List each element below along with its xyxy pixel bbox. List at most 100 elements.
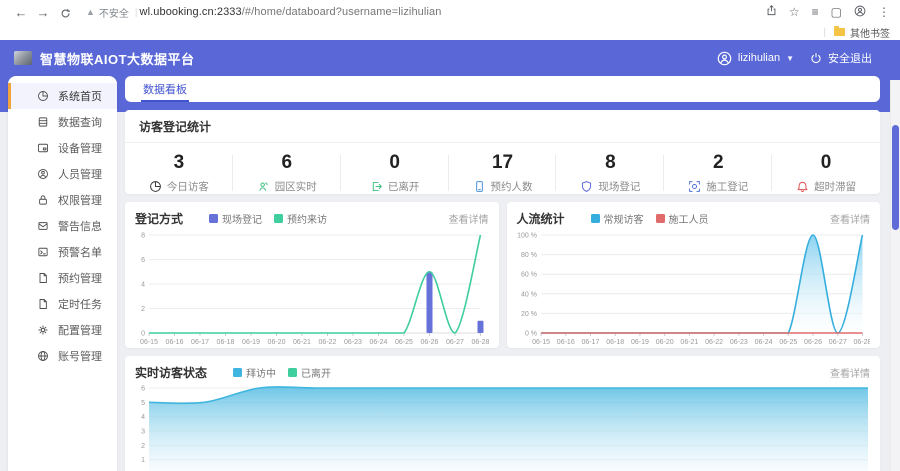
view-details-link[interactable]: 查看详情 xyxy=(830,211,870,226)
sidebar-item[interactable]: 数据查询 xyxy=(8,109,117,135)
sidebar-item[interactable]: 定时任务 xyxy=(8,291,117,317)
svg-text:06-17: 06-17 xyxy=(191,339,209,346)
stat-item: 0超时滞留 xyxy=(772,152,880,194)
sidebar-item[interactable]: 人员管理 xyxy=(8,161,117,187)
logout-button[interactable]: 安全退出 xyxy=(828,50,872,66)
sidebar-item[interactable]: 预约管理 xyxy=(8,265,117,291)
registration-method-chart: 0246806-1506-1606-1706-1806-1906-2006-21… xyxy=(135,229,489,347)
stat-value: 0 xyxy=(772,152,880,174)
app-header: 智慧物联AIOT大数据平台 lizihulian ▼ 安全退出 xyxy=(0,40,900,76)
sidebar-item[interactable]: 账号管理 xyxy=(8,343,117,369)
legend-swatch xyxy=(591,214,600,223)
reload-icon[interactable] xyxy=(54,5,76,20)
chart-legend: 常规访客施工人员 xyxy=(591,211,709,226)
reading-list-icon[interactable]: ≡ xyxy=(812,5,819,19)
stat-value: 6 xyxy=(233,152,341,174)
share-icon[interactable] xyxy=(766,5,777,19)
bookmark-star-icon[interactable]: ☆ xyxy=(789,5,800,19)
sidebar-item[interactable]: 配置管理 xyxy=(8,317,117,343)
legend-item[interactable]: 预约来访 xyxy=(274,211,327,226)
menu-dots-icon[interactable]: ⋮ xyxy=(878,5,890,19)
legend-label: 已离开 xyxy=(301,365,331,380)
app-logo xyxy=(14,51,32,65)
sidebar-item[interactable]: 预警名单 xyxy=(8,239,117,265)
tab-data-dashboard[interactable]: 数据看板 xyxy=(141,76,189,102)
legend-item[interactable]: 拜访中 xyxy=(233,365,276,380)
back-icon[interactable]: ← xyxy=(10,5,32,20)
svg-text:06-21: 06-21 xyxy=(680,339,698,346)
svg-text:4: 4 xyxy=(141,414,145,421)
sidebar-item[interactable]: 权限管理 xyxy=(8,187,117,213)
svg-text:06-28: 06-28 xyxy=(853,339,870,346)
folder-icon xyxy=(834,28,845,36)
username[interactable]: lizihulian xyxy=(738,52,780,64)
svg-text:06-27: 06-27 xyxy=(446,339,464,346)
sidebar-item-label: 警告信息 xyxy=(58,218,102,234)
stat-label: 施工登记 xyxy=(706,179,748,194)
svg-text:06-26: 06-26 xyxy=(421,339,439,346)
svg-text:06-28: 06-28 xyxy=(472,339,489,346)
view-details-link[interactable]: 查看详情 xyxy=(830,365,870,380)
side-panel-icon[interactable]: ▢ xyxy=(831,5,842,19)
security-indicator[interactable]: ▲ 不安全 | xyxy=(86,5,140,20)
sidebar-item-label: 数据查询 xyxy=(58,114,102,130)
chart-title: 实时访客状态 xyxy=(135,364,207,381)
svg-text:06-27: 06-27 xyxy=(828,339,846,346)
sidebar-item[interactable]: 警告信息 xyxy=(8,213,117,239)
mail-icon xyxy=(37,220,49,232)
legend-item[interactable]: 常规访客 xyxy=(591,211,644,226)
sidebar-item-label: 预约管理 xyxy=(58,270,102,286)
svg-text:06-15: 06-15 xyxy=(532,339,550,346)
svg-text:0: 0 xyxy=(141,331,145,338)
legend-swatch xyxy=(209,214,218,223)
svg-text:06-23: 06-23 xyxy=(344,339,362,346)
scrollbar-thumb[interactable] xyxy=(892,125,899,230)
sidebar-item-label: 预警名单 xyxy=(58,244,102,260)
forward-icon[interactable]: → xyxy=(32,5,54,20)
chart-title: 人流统计 xyxy=(517,210,565,227)
legend-item[interactable]: 已离开 xyxy=(288,365,331,380)
visitor-stats-card: 访客登记统计 3今日访客6园区实时0已离开17预约人数8现场登记2施工登记0超时… xyxy=(125,110,880,194)
svg-text:0 %: 0 % xyxy=(524,331,536,338)
view-details-link[interactable]: 查看详情 xyxy=(449,211,489,226)
legend-item[interactable]: 现场登记 xyxy=(209,211,262,226)
stat-label: 现场登记 xyxy=(598,179,640,194)
svg-text:2: 2 xyxy=(141,306,145,313)
chart-title: 登记方式 xyxy=(135,210,183,227)
svg-text:06-18: 06-18 xyxy=(606,339,624,346)
url-separator: | xyxy=(135,7,138,18)
main-content: 数据看板 访客登记统计 3今日访客6园区实时0已离开17预约人数8现场登记2施工… xyxy=(125,76,880,471)
sidebar-item-label: 账号管理 xyxy=(58,348,102,364)
other-bookmarks[interactable]: 其他书签 xyxy=(850,25,890,40)
sidebar-item[interactable]: 设备管理 xyxy=(8,135,117,161)
svg-text:40 %: 40 % xyxy=(521,291,537,298)
stat-item: 17预约人数 xyxy=(449,152,557,194)
address-bar[interactable]: wl.ubooking.cn:2333/#/home/databoard?use… xyxy=(140,6,442,18)
svg-text:6: 6 xyxy=(141,386,145,393)
chevron-down-icon[interactable]: ▼ xyxy=(786,54,794,63)
svg-text:06-24: 06-24 xyxy=(754,339,772,346)
legend-swatch xyxy=(288,368,297,377)
legend-label: 常规访客 xyxy=(604,211,644,226)
svg-text:06-26: 06-26 xyxy=(804,339,822,346)
svg-text:06-19: 06-19 xyxy=(630,339,648,346)
svg-text:4: 4 xyxy=(141,282,145,289)
svg-text:06-20: 06-20 xyxy=(655,339,673,346)
profile-avatar-icon[interactable] xyxy=(854,5,866,20)
svg-text:06-17: 06-17 xyxy=(581,339,599,346)
svg-text:06-22: 06-22 xyxy=(705,339,723,346)
sidebar-item[interactable]: 系统首页 xyxy=(8,83,117,109)
legend-item[interactable]: 施工人员 xyxy=(656,211,709,226)
doc-icon xyxy=(37,272,49,284)
legend-label: 拜访中 xyxy=(246,365,276,380)
sidebar-item-label: 设备管理 xyxy=(58,140,102,156)
app-title: 智慧物联AIOT大数据平台 xyxy=(40,49,195,68)
people-flow-card: 人流统计 常规访客施工人员 查看详情 0 %20 %40 %60 %80 %10… xyxy=(507,202,881,348)
power-icon[interactable] xyxy=(810,52,822,64)
svg-text:1: 1 xyxy=(141,457,145,464)
stat-value: 8 xyxy=(556,152,664,174)
svg-text:80 %: 80 % xyxy=(521,252,537,259)
alarm-icon xyxy=(796,180,809,193)
stat-item: 0已离开 xyxy=(341,152,449,194)
sidebar: 系统首页数据查询设备管理人员管理权限管理警告信息预警名单预约管理定时任务配置管理… xyxy=(8,76,117,471)
